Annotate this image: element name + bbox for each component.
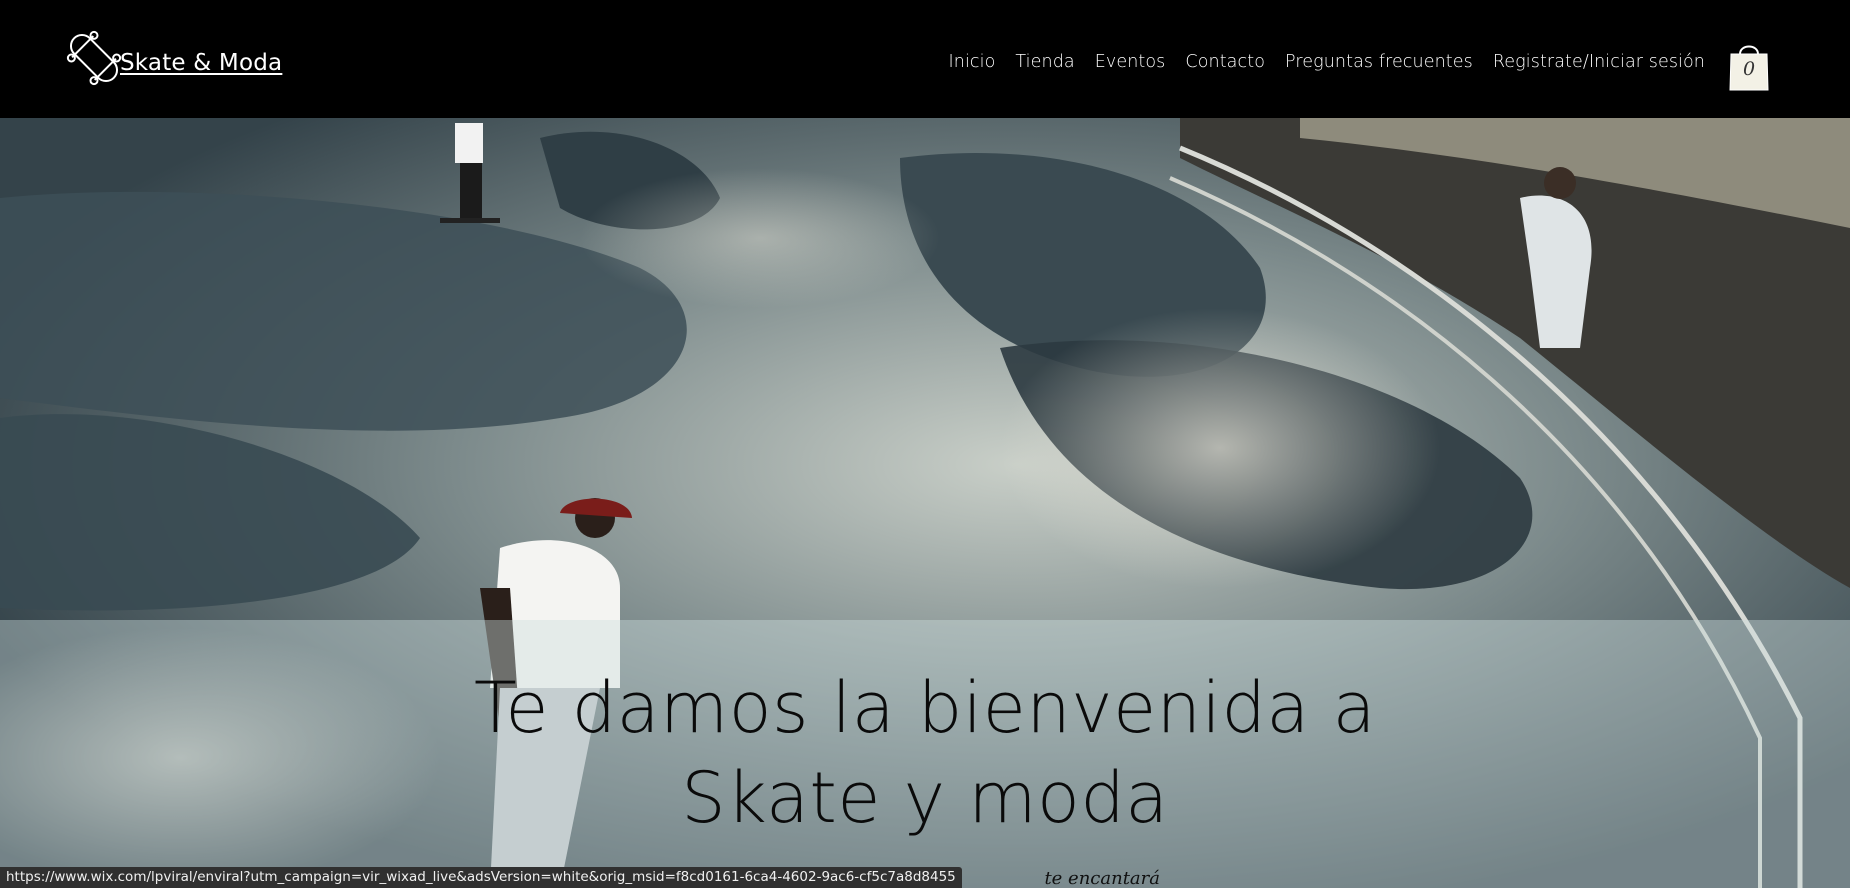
browser-status-url: https://www.wix.com/lpviral/enviral?utm_… [0, 867, 962, 888]
nav-item-contacto[interactable]: Contacto [1185, 52, 1265, 72]
site-name[interactable]: Skate & Moda [120, 50, 282, 76]
nav-item-inicio[interactable]: Inicio [949, 52, 996, 72]
cart-button[interactable]: 0 [1728, 40, 1770, 92]
hero-section: Te damos la bienvenida a Skate y moda te… [0, 118, 1850, 888]
welcome-title-line-2: Skate y moda [681, 757, 1169, 839]
cart-count: 0 [1742, 58, 1756, 80]
nav-item-eventos[interactable]: Eventos [1095, 52, 1166, 72]
nav-item-preguntas-frecuentes[interactable]: Preguntas frecuentes [1285, 52, 1473, 72]
site-logo-link[interactable]: Skate & Moda [64, 28, 282, 88]
welcome-title: Te damos la bienvenida a Skate y moda [0, 663, 1850, 843]
skateboard-icon [66, 30, 122, 86]
main-nav: Inicio Tienda Eventos Contacto Preguntas… [949, 52, 1705, 72]
welcome-title-line-1: Te damos la bienvenida a [474, 667, 1376, 749]
site-header: Skate & Moda Inicio Tienda Eventos Conta… [0, 0, 1850, 118]
nav-item-tienda[interactable]: Tienda [1015, 52, 1074, 72]
nav-item-registrate[interactable]: Registrate/Iniciar sesión [1493, 52, 1705, 72]
